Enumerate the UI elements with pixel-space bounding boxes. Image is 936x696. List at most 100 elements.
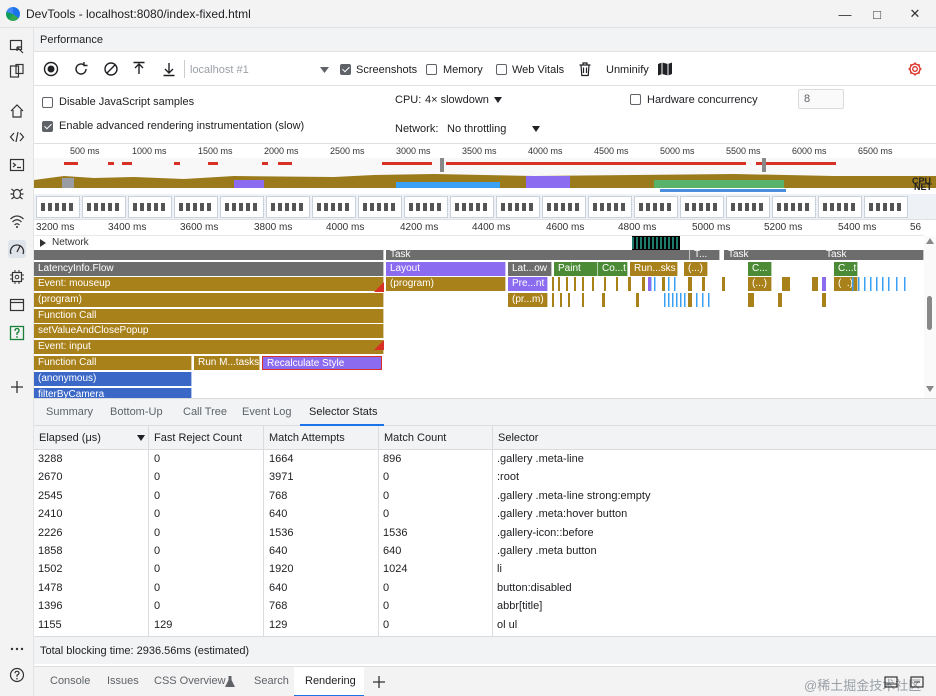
sort-descending-icon[interactable] bbox=[137, 435, 145, 441]
table-row[interactable]: 2410 0 640 0 .gallery .meta:hover button bbox=[34, 505, 936, 523]
flame-composite-short[interactable]: C...t bbox=[834, 262, 858, 276]
screenshot-thumbnail[interactable] bbox=[404, 196, 448, 218]
network-dropdown-icon[interactable] bbox=[532, 126, 540, 132]
home-icon[interactable] bbox=[8, 102, 26, 120]
cpu-throttle-select[interactable]: 4× slowdown bbox=[425, 94, 489, 106]
flame-task[interactable]: T... bbox=[690, 250, 720, 260]
flame-filter-by-camera[interactable]: filterByCamera bbox=[34, 388, 192, 398]
flame-task[interactable] bbox=[34, 250, 384, 260]
flame-program-short[interactable]: (pr...m) bbox=[508, 293, 548, 307]
drawer-tab-css-overview[interactable]: CSS Overview bbox=[154, 675, 226, 687]
expand-network-icon[interactable] bbox=[40, 239, 46, 247]
flame-program[interactable]: (program) bbox=[34, 293, 384, 307]
application-icon[interactable] bbox=[8, 296, 26, 314]
flame-event-mouseup[interactable]: Event: mouseup bbox=[34, 277, 384, 291]
table-row[interactable]: 1858 0 640 640 .gallery .meta button bbox=[34, 542, 936, 560]
drawer-tab-issues[interactable]: Issues bbox=[107, 675, 139, 687]
dock-side-icon[interactable] bbox=[884, 675, 898, 689]
screenshot-thumbnail[interactable] bbox=[36, 196, 80, 218]
add-panel-icon[interactable] bbox=[8, 378, 26, 396]
screenshot-thumbnail[interactable] bbox=[864, 196, 908, 218]
table-row[interactable]: 1396 0 768 0 abbr[title] bbox=[34, 597, 936, 615]
table-row[interactable]: 1155 129 129 0 ol ul bbox=[34, 616, 936, 634]
flame-anonymous[interactable]: (anonymous) bbox=[34, 372, 192, 386]
screenshot-thumbnail[interactable] bbox=[220, 196, 264, 218]
target-dropdown-icon[interactable] bbox=[320, 67, 329, 73]
tab-event-log[interactable]: Event Log bbox=[242, 406, 292, 418]
flame-event-input[interactable]: Event: input bbox=[34, 340, 384, 354]
screenshot-thumbnail[interactable] bbox=[312, 196, 356, 218]
screenshot-thumbnail[interactable] bbox=[496, 196, 540, 218]
drawer-tab-rendering[interactable]: Rendering bbox=[305, 675, 356, 687]
tab-call-tree[interactable]: Call Tree bbox=[183, 406, 227, 418]
maximize-button[interactable]: □ bbox=[862, 4, 892, 24]
screenshot-thumbnail[interactable] bbox=[82, 196, 126, 218]
scroll-up-icon[interactable] bbox=[926, 238, 934, 244]
flame-set-value[interactable]: setValueAndClosePopup bbox=[34, 324, 384, 338]
column-header-elapsed[interactable]: Elapsed (μs) bbox=[39, 432, 101, 444]
advanced-rendering-checkbox[interactable] bbox=[42, 121, 53, 132]
column-header-selector[interactable]: Selector bbox=[498, 432, 538, 444]
webvitals-checkbox[interactable] bbox=[496, 64, 507, 75]
screenshot-thumbnail[interactable] bbox=[634, 196, 678, 218]
tab-summary[interactable]: Summary bbox=[46, 406, 93, 418]
garbage-collect-icon[interactable] bbox=[576, 60, 594, 78]
flame-run-tasks[interactable]: Run...sks bbox=[630, 262, 678, 276]
column-header-match-count[interactable]: Match Count bbox=[384, 432, 446, 444]
drawer-tab-console[interactable]: Console bbox=[50, 675, 90, 687]
screenshot-thumbnail[interactable] bbox=[128, 196, 172, 218]
screenshot-thumbnail[interactable] bbox=[588, 196, 632, 218]
table-row[interactable]: 1502 0 1920 1024 li bbox=[34, 560, 936, 578]
hw-concurrency-checkbox[interactable] bbox=[630, 94, 641, 105]
inspect-element-icon[interactable] bbox=[8, 38, 26, 56]
bug-icon[interactable] bbox=[8, 184, 26, 202]
timeline-overview[interactable]: 500 ms 1000 ms 1500 ms 2000 ms 2500 ms 3… bbox=[34, 144, 936, 220]
reload-record-icon[interactable] bbox=[72, 60, 90, 78]
flame-latency-short[interactable]: Lat...ow bbox=[508, 262, 552, 276]
tab-bottom-up[interactable]: Bottom-Up bbox=[110, 406, 163, 418]
flame-paint[interactable]: Paint bbox=[554, 262, 598, 276]
device-toolbar-icon[interactable] bbox=[8, 62, 26, 80]
column-header-fast-reject[interactable]: Fast Reject Count bbox=[154, 432, 242, 444]
flame-run-microtasks[interactable]: Run M...tasks bbox=[194, 356, 260, 370]
flame-task[interactable]: Task bbox=[822, 250, 924, 260]
table-row[interactable]: 2545 0 768 0 .gallery .meta-line strong:… bbox=[34, 487, 936, 505]
flame-recalculate-style[interactable]: Recalculate Style bbox=[262, 356, 382, 370]
cpu-dropdown-icon[interactable] bbox=[494, 97, 502, 103]
flame-function-call[interactable]: Function Call bbox=[34, 356, 192, 370]
screenshot-thumbnail[interactable] bbox=[266, 196, 310, 218]
close-button[interactable]: ✕ bbox=[900, 4, 930, 24]
screenshot-thumbnail[interactable] bbox=[726, 196, 770, 218]
console-icon[interactable] bbox=[8, 156, 26, 174]
performance-icon[interactable] bbox=[8, 240, 26, 258]
screenshot-thumbnail[interactable] bbox=[542, 196, 586, 218]
network-icon[interactable] bbox=[8, 212, 26, 230]
add-drawer-tab-icon[interactable] bbox=[372, 675, 386, 689]
minimize-button[interactable]: — bbox=[830, 4, 860, 24]
network-track-header[interactable]: Network bbox=[34, 236, 924, 250]
table-row[interactable]: 1478 0 640 0 button:disabled bbox=[34, 579, 936, 597]
flame-chart-scrollbar[interactable] bbox=[924, 236, 936, 398]
screenshot-thumbnail[interactable] bbox=[450, 196, 494, 218]
screenshot-thumbnail[interactable] bbox=[680, 196, 724, 218]
screenshot-thumbnail[interactable] bbox=[174, 196, 218, 218]
record-icon[interactable] bbox=[42, 60, 60, 78]
flame-task[interactable]: Task bbox=[386, 250, 690, 260]
capture-settings-gear-icon[interactable] bbox=[906, 60, 924, 78]
upload-icon[interactable] bbox=[130, 60, 148, 78]
table-row[interactable]: 2226 0 1536 1536 .gallery-icon::before bbox=[34, 524, 936, 542]
flame-pre-paint[interactable]: Pre...nt bbox=[508, 277, 548, 291]
flame-ellipsis[interactable]: (...) bbox=[684, 262, 708, 276]
tab-selector-stats[interactable]: Selector Stats bbox=[309, 406, 377, 418]
table-row[interactable]: 3288 0 1664 896 .gallery .meta-line bbox=[34, 450, 936, 468]
screenshot-thumbnail[interactable] bbox=[818, 196, 862, 218]
flame-composite-short[interactable]: C... bbox=[748, 262, 772, 276]
more-options-icon[interactable] bbox=[8, 640, 26, 658]
help-circle-icon[interactable] bbox=[8, 666, 26, 684]
screenshot-thumbnail[interactable] bbox=[772, 196, 816, 218]
help-square-icon[interactable] bbox=[8, 324, 26, 342]
drawer-tab-search[interactable]: Search bbox=[254, 675, 289, 687]
download-icon[interactable] bbox=[160, 60, 178, 78]
flame-layout[interactable]: Layout bbox=[386, 262, 506, 276]
target-select[interactable]: localhost #1 bbox=[190, 64, 249, 76]
